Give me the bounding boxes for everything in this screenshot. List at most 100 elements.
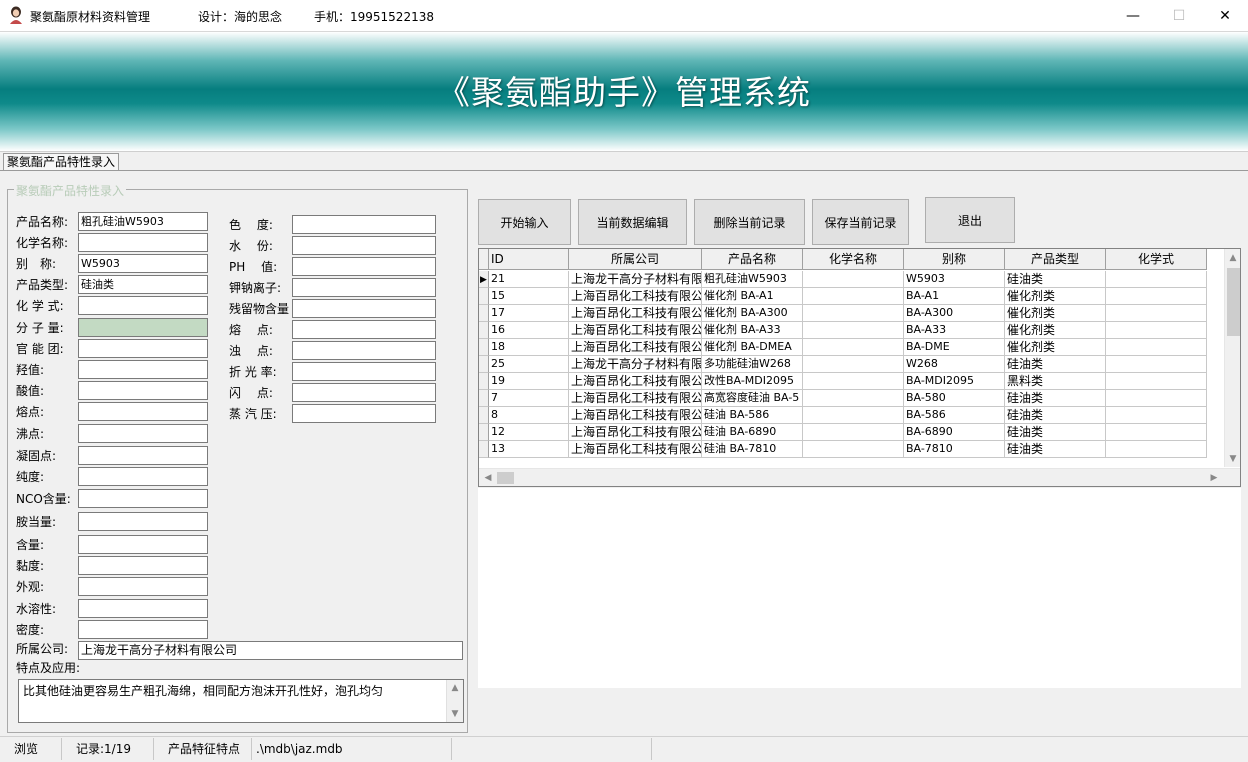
table-cell[interactable]: 催化剂类 xyxy=(1005,322,1106,339)
grid-scroll-right-icon[interactable]: ▶ xyxy=(1206,471,1222,485)
field-input[interactable] xyxy=(78,233,208,252)
grid-horizontal-scrollbar[interactable]: ◀ ▶ xyxy=(479,468,1240,486)
tab-product-entry[interactable]: 聚氨酯产品特性录入 xyxy=(3,153,120,171)
table-cell[interactable] xyxy=(1106,288,1207,305)
table-cell[interactable]: 硅油类 xyxy=(1005,424,1106,441)
table-cell[interactable] xyxy=(803,288,904,305)
row-indicator[interactable] xyxy=(479,322,489,339)
company-input[interactable]: 上海龙干高分子材料有限公司 xyxy=(78,641,463,660)
table-row[interactable]: ▶21上海龙干高分子材料有限公司粗孔硅油W5903 W5903硅油类 xyxy=(479,271,1207,288)
grid-scroll-up-icon[interactable]: ▲ xyxy=(1225,251,1240,265)
field-input[interactable] xyxy=(78,535,208,554)
field-input[interactable] xyxy=(78,360,208,379)
field-input[interactable] xyxy=(292,299,436,318)
field-input[interactable] xyxy=(78,620,208,639)
table-cell[interactable]: 硅油类 xyxy=(1005,271,1106,288)
table-cell[interactable] xyxy=(803,271,904,288)
scroll-up-icon[interactable]: ▲ xyxy=(447,681,463,695)
row-indicator[interactable] xyxy=(479,441,489,458)
field-input[interactable] xyxy=(78,599,208,618)
table-cell[interactable]: BA-586 xyxy=(904,407,1005,424)
table-cell[interactable] xyxy=(1106,390,1207,407)
features-textarea[interactable]: 比其他硅油更容易生产粗孔海绵，相同配方泡沫开孔性好，泡孔均匀 ▲ ▼ xyxy=(18,679,464,723)
field-input[interactable] xyxy=(78,467,208,486)
table-cell[interactable]: 21 xyxy=(489,271,569,288)
edit-record-button[interactable]: 当前数据编辑 xyxy=(578,199,687,245)
table-cell[interactable]: 硅油类 xyxy=(1005,356,1106,373)
table-cell[interactable]: 硅油 BA-586 xyxy=(702,407,803,424)
table-cell[interactable] xyxy=(1106,407,1207,424)
table-cell[interactable] xyxy=(803,339,904,356)
grid-column-header[interactable]: 产品名称 xyxy=(702,249,803,270)
table-cell[interactable]: BA-580 xyxy=(904,390,1005,407)
field-input[interactable]: 硅油类 xyxy=(78,275,208,294)
table-cell[interactable] xyxy=(803,390,904,407)
row-indicator[interactable] xyxy=(479,356,489,373)
grid-column-header[interactable]: 所属公司 xyxy=(569,249,702,270)
field-input[interactable] xyxy=(78,339,208,358)
table-row[interactable]: 16 上海百昂化工科技有限公司 催化剂 BA-A33 BA-A33 催化剂类 xyxy=(479,322,1207,339)
table-cell[interactable]: 催化剂类 xyxy=(1005,288,1106,305)
table-cell[interactable] xyxy=(1106,356,1207,373)
table-cell[interactable]: BA-A1 xyxy=(904,288,1005,305)
table-row[interactable]: 18 上海百昂化工科技有限公司 催化剂 BA-DMEA BA-DME 催化剂类 xyxy=(479,339,1207,356)
table-cell[interactable]: 黑料类 xyxy=(1005,373,1106,390)
table-cell[interactable]: BA-6890 xyxy=(904,424,1005,441)
table-cell[interactable]: BA-A300 xyxy=(904,305,1005,322)
field-input[interactable] xyxy=(78,424,208,443)
grid-column-header[interactable]: 化学名称 xyxy=(803,249,904,270)
scroll-down-icon[interactable]: ▼ xyxy=(447,707,463,721)
table-cell[interactable] xyxy=(1106,441,1207,458)
table-cell[interactable]: 16 xyxy=(489,322,569,339)
row-indicator[interactable]: ▶ xyxy=(479,271,489,288)
grid-vertical-thumb[interactable] xyxy=(1227,268,1240,336)
row-indicator[interactable] xyxy=(479,390,489,407)
table-row[interactable]: 13 上海百昂化工科技有限公司 硅油 BA-7810 BA-7810 硅油类 xyxy=(479,441,1207,458)
field-input[interactable] xyxy=(78,512,208,531)
table-cell[interactable]: 硅油类 xyxy=(1005,441,1106,458)
table-cell[interactable]: 硅油 BA-7810 xyxy=(702,441,803,458)
features-scrollbar[interactable]: ▲ ▼ xyxy=(446,680,463,722)
field-input[interactable] xyxy=(292,404,436,423)
minimize-button[interactable]: — xyxy=(1110,0,1156,31)
field-input[interactable]: 粗孔硅油W5903 xyxy=(78,212,208,231)
field-input[interactable] xyxy=(292,383,436,402)
field-input[interactable] xyxy=(292,278,436,297)
table-cell[interactable]: 上海百昂化工科技有限公司 xyxy=(569,339,702,356)
table-cell[interactable]: 7 xyxy=(489,390,569,407)
table-cell[interactable]: 上海百昂化工科技有限公司 xyxy=(569,441,702,458)
table-cell[interactable]: BA-MDI2095 xyxy=(904,373,1005,390)
field-input[interactable] xyxy=(78,402,208,421)
table-cell[interactable]: 19 xyxy=(489,373,569,390)
table-cell[interactable] xyxy=(803,407,904,424)
field-input[interactable] xyxy=(292,257,436,276)
table-cell[interactable] xyxy=(1106,305,1207,322)
table-cell[interactable]: 上海百昂化工科技有限公司 xyxy=(569,322,702,339)
table-cell[interactable]: W268 xyxy=(904,356,1005,373)
field-input[interactable] xyxy=(78,446,208,465)
table-cell[interactable]: 上海百昂化工科技有限公司 xyxy=(569,373,702,390)
field-input[interactable] xyxy=(78,318,208,337)
table-cell[interactable]: 上海龙干高分子材料有限公司 xyxy=(569,271,702,288)
table-cell[interactable]: 12 xyxy=(489,424,569,441)
table-cell[interactable] xyxy=(803,373,904,390)
grid-column-header[interactable]: ID xyxy=(489,249,569,270)
maximize-button[interactable]: ☐ xyxy=(1156,0,1202,31)
table-cell[interactable] xyxy=(1106,339,1207,356)
table-cell[interactable]: BA-A33 xyxy=(904,322,1005,339)
data-grid[interactable]: ID所属公司产品名称化学名称别称产品类型化学式 ▶21上海龙干高分子材料有限公司… xyxy=(478,248,1241,487)
table-cell[interactable]: 18 xyxy=(489,339,569,356)
table-cell[interactable]: 8 xyxy=(489,407,569,424)
table-cell[interactable]: BA-7810 xyxy=(904,441,1005,458)
table-cell[interactable]: 硅油 BA-6890 xyxy=(702,424,803,441)
table-cell[interactable]: 上海百昂化工科技有限公司 xyxy=(569,390,702,407)
table-cell[interactable] xyxy=(803,305,904,322)
row-indicator[interactable] xyxy=(479,288,489,305)
table-cell[interactable]: 催化剂 BA-DMEA xyxy=(702,339,803,356)
row-indicator[interactable] xyxy=(479,305,489,322)
table-cell[interactable]: 多功能硅油W268 xyxy=(702,356,803,373)
row-indicator[interactable] xyxy=(479,407,489,424)
table-cell[interactable] xyxy=(803,441,904,458)
table-cell[interactable]: 上海百昂化工科技有限公司 xyxy=(569,424,702,441)
field-input[interactable] xyxy=(292,341,436,360)
